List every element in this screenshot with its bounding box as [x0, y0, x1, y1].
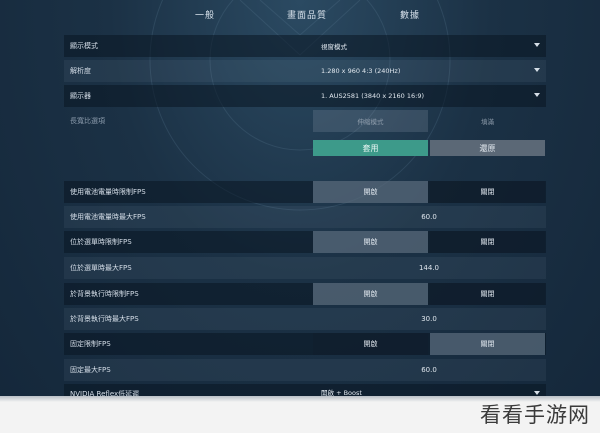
restore-button[interactable]: 還原	[430, 140, 545, 156]
menu-limit-off-toggle[interactable]: 關閉	[430, 231, 545, 253]
watermark-logo: 看看手游网	[480, 403, 590, 427]
chevron-down-icon	[534, 93, 540, 97]
chevron-down-icon	[534, 43, 540, 47]
aspect-fill-option[interactable]: 填滿	[430, 110, 545, 132]
monitor-label: 顯示器	[70, 92, 91, 100]
display-mode-row: 顯示模式 視窗模式	[64, 35, 546, 57]
resolution-label: 解析度	[70, 67, 91, 75]
battery-limit-on-toggle[interactable]: 開啟	[313, 181, 428, 203]
chevron-down-icon	[534, 391, 540, 395]
display-mode-value: 視窗模式	[321, 43, 347, 51]
background-limit-off-toggle[interactable]: 關閉	[430, 283, 545, 305]
resolution-row: 解析度 1.280 x 960 4:3 (240Hz)	[64, 60, 546, 82]
menu-limit-label: 位於選單時限制FPS	[70, 238, 132, 246]
battery-max-row: 使用電池電量時最大FPS 60.0	[64, 206, 546, 228]
menu-max-row: 位於選單時最大FPS 144.0	[64, 257, 546, 279]
display-mode-label: 顯示模式	[70, 42, 98, 50]
reflex-dropdown[interactable]: 開啟 + Boost	[315, 384, 546, 397]
monitor-dropdown[interactable]: 1. AUS2581 (3840 x 2160 16:9)	[315, 85, 546, 107]
fixed-max-value[interactable]: 60.0	[313, 366, 545, 374]
fixed-limit-on-toggle[interactable]: 開啟	[313, 333, 428, 355]
tab-graphics-quality[interactable]: 畫面品質	[287, 8, 327, 21]
reflex-row: NVIDIA Reflex低延遲 開啟 + Boost	[64, 384, 546, 398]
background-limit-label: 於背景執行時限制FPS	[70, 290, 139, 298]
fixed-limit-label: 固定限制FPS	[70, 340, 111, 348]
monitor-value: 1. AUS2581 (3840 x 2160 16:9)	[321, 92, 425, 100]
battery-limit-label: 使用電池電量時限制FPS	[70, 188, 146, 196]
fixed-limit-row: 固定限制FPS 開啟 關閉	[64, 333, 546, 355]
fixed-max-row: 固定最大FPS 60.0	[64, 359, 546, 381]
background-limit-on-toggle[interactable]: 開啟	[313, 283, 428, 305]
battery-max-value[interactable]: 60.0	[313, 213, 545, 221]
menu-max-label: 位於選單時最大FPS	[70, 264, 132, 272]
battery-max-label: 使用電池電量時最大FPS	[70, 213, 146, 221]
resolution-value: 1.280 x 960 4:3 (240Hz)	[321, 67, 401, 75]
battery-limit-row: 使用電池電量時限制FPS 開啟 關閉	[64, 181, 546, 203]
apply-button[interactable]: 套用	[313, 140, 428, 156]
background-max-row: 於背景執行時最大FPS 30.0	[64, 308, 546, 330]
fixed-max-label: 固定最大FPS	[70, 366, 111, 374]
background-limit-row: 於背景執行時限制FPS 開啟 關閉	[64, 283, 546, 305]
watermark-bar: 看看手游网	[0, 396, 600, 433]
settings-tabs: 一般 畫面品質 數據	[0, 0, 600, 30]
tab-general[interactable]: 一般	[195, 8, 215, 21]
menu-limit-row: 位於選單時限制FPS 開啟 關閉	[64, 231, 546, 253]
background-max-value[interactable]: 30.0	[313, 315, 545, 323]
resolution-dropdown[interactable]: 1.280 x 960 4:3 (240Hz)	[315, 60, 546, 82]
aspect-ratio-row: 長寬比選項 伸縮模式 填滿	[64, 110, 546, 132]
battery-limit-off-toggle[interactable]: 關閉	[430, 181, 545, 203]
aspect-ratio-label: 長寬比選項	[70, 117, 105, 125]
menu-limit-on-toggle[interactable]: 開啟	[313, 231, 428, 253]
menu-max-value[interactable]: 144.0	[313, 264, 545, 272]
chevron-down-icon	[534, 68, 540, 72]
tab-stats[interactable]: 數據	[400, 8, 420, 21]
aspect-stretch-option[interactable]: 伸縮模式	[313, 110, 428, 132]
background-max-label: 於背景執行時最大FPS	[70, 315, 139, 323]
display-mode-dropdown[interactable]: 視窗模式	[315, 35, 546, 57]
monitor-row: 顯示器 1. AUS2581 (3840 x 2160 16:9)	[64, 85, 546, 107]
fixed-limit-off-toggle[interactable]: 關閉	[430, 333, 545, 355]
